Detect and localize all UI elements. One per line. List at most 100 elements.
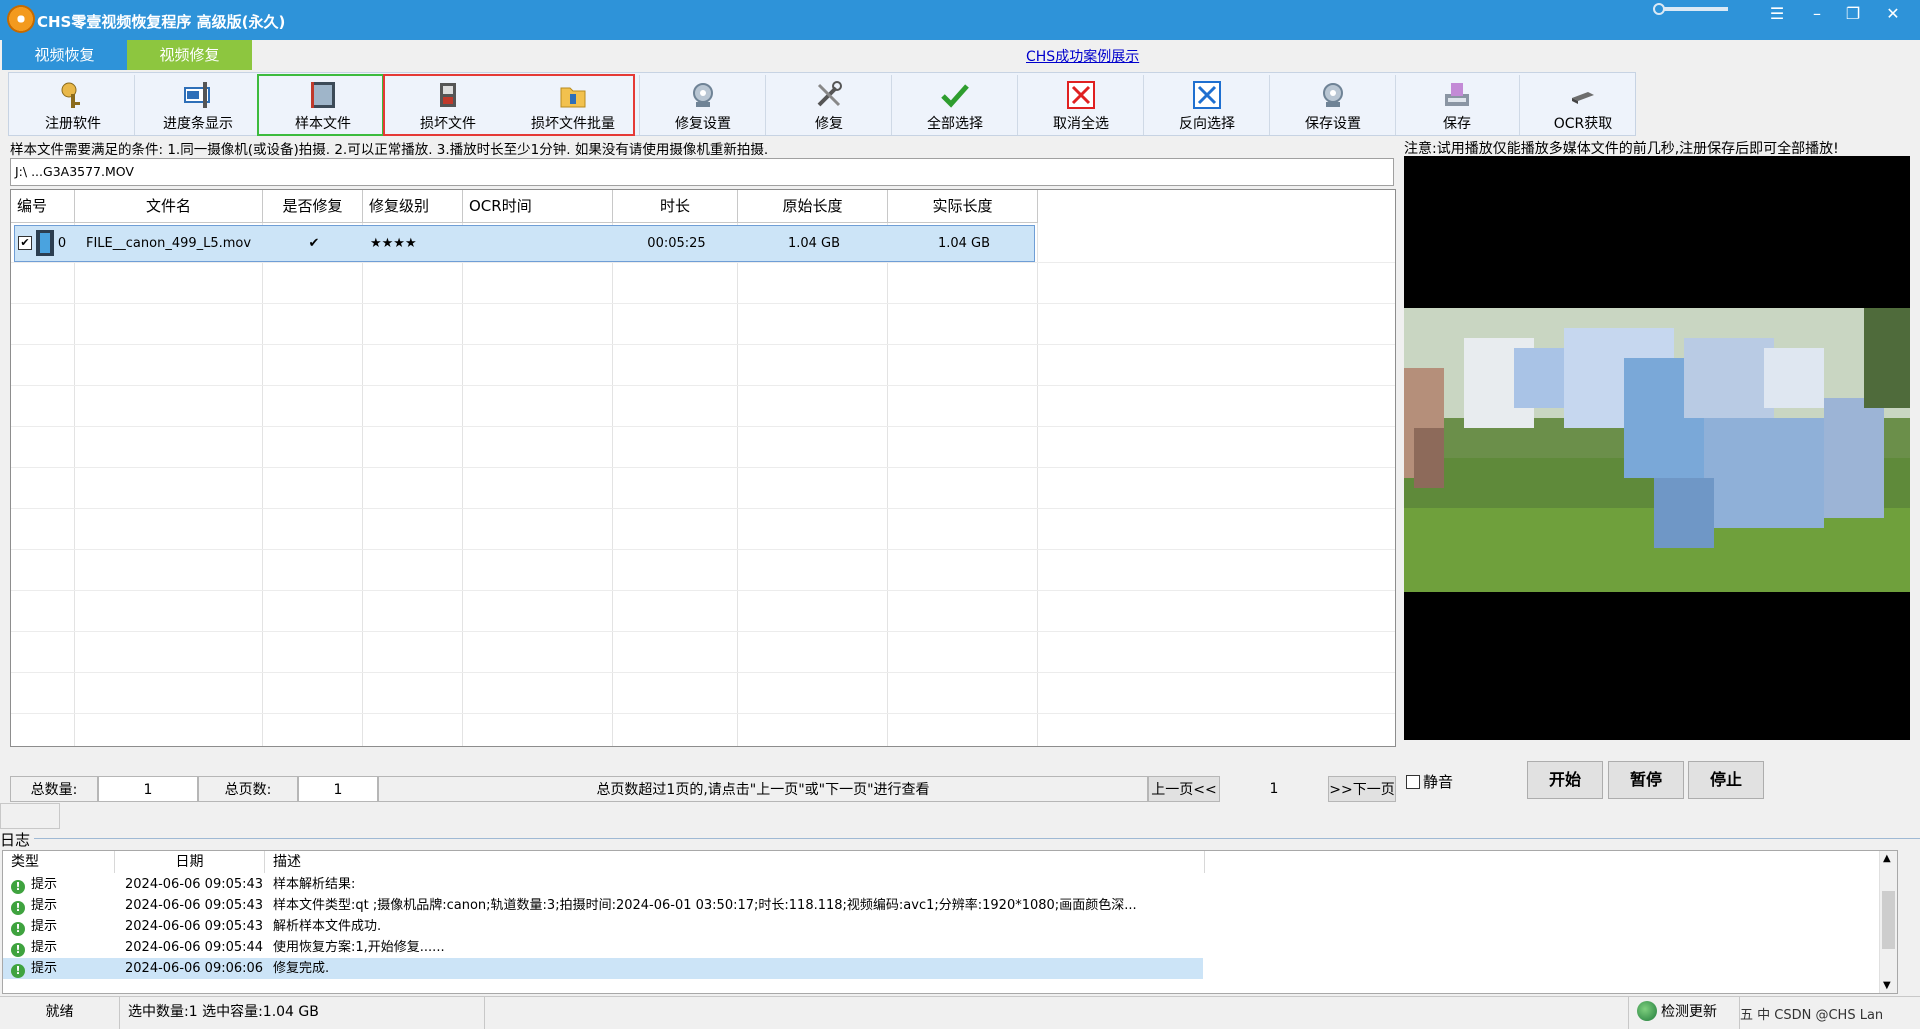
cancel-icon	[1067, 81, 1095, 109]
row-level: ★★★★	[370, 236, 417, 251]
status-bar: 就绪 选中数量:1 选中容量:1.04 GB 检测更新	[0, 996, 1920, 1029]
play-stop-button[interactable]: 停止	[1688, 761, 1764, 799]
row-actual-size: 1.04 GB	[937, 236, 991, 251]
repair-button[interactable]: 修复	[767, 75, 891, 135]
close-button[interactable]: ✕	[1878, 2, 1908, 28]
tab-video-recover[interactable]: 视频恢复	[2, 40, 127, 70]
mute-checkbox-box[interactable]	[1406, 775, 1420, 789]
app-logo-icon	[7, 5, 35, 33]
save-settings-button[interactable]: 保存设置	[1271, 75, 1395, 135]
row-filename: FILE__canon_499_L5.mov	[86, 236, 252, 251]
log-header-desc[interactable]: 描述	[265, 851, 1205, 873]
globe-icon	[1637, 1001, 1657, 1021]
log-row[interactable]: ! 提示 2024-06-06 09:05:43 样本文件类型:qt ;摄像机品牌:c…	[3, 895, 1203, 916]
case-showcase-link[interactable]: CHS成功案例展示	[1026, 46, 1139, 66]
log-row[interactable]: ! 提示 2024-06-06 09:06:06 修复完成.	[3, 958, 1203, 979]
status-ready: 就绪	[0, 997, 120, 1029]
title-bar: CHS零壹视频恢复程序 高级版(永久) ☰ – ❐ ✕	[0, 0, 1920, 40]
minimize-button[interactable]: –	[1802, 2, 1832, 28]
log-divider	[34, 838, 1920, 839]
next-page-button[interactable]: >>下一页	[1328, 776, 1396, 802]
scroll-thumb[interactable]	[1882, 891, 1895, 949]
check-icon	[941, 84, 969, 108]
system-tray: 五 中 CSDN @CHS Lan	[1740, 1008, 1884, 1023]
total-pages-value: 1	[298, 776, 378, 802]
ocr-button[interactable]: OCR获取	[1521, 75, 1645, 135]
video-frame-image	[1404, 308, 1910, 592]
info-icon: !	[11, 943, 25, 957]
file-table: 编号 文件名 是否修复 修复级别 OCR时间 时长 原始长度 实际长度 ✔ 0 …	[10, 189, 1396, 747]
app-title: CHS零壹视频恢复程序 高级版(永久)	[37, 13, 286, 31]
info-icon: !	[11, 922, 25, 936]
tab-video-repair[interactable]: 视频修复	[127, 40, 252, 70]
progress-display-button[interactable]: 进度条显示	[136, 75, 260, 135]
row-ocr-time	[464, 226, 614, 261]
log-panel: 类型 日期 描述 ! 提示 2024-06-06 09:05:43 样本解析结果: !…	[2, 850, 1898, 994]
preview-note: 注意:试用播放仅能播放多媒体文件的前几秒,注册保存后即可全部播放!	[1404, 141, 1839, 157]
col-header-original-size[interactable]: 原始长度	[738, 190, 888, 223]
row-repaired: ✔	[308, 236, 320, 251]
ocr-icon	[1572, 92, 1594, 104]
row-duration: 00:05:25	[647, 236, 706, 251]
select-all-button[interactable]: 全部选择	[893, 75, 1017, 135]
mute-label: 静音	[1423, 773, 1454, 791]
log-title: 日志	[0, 831, 31, 849]
total-count-label: 总数量:	[10, 776, 98, 802]
register-icon	[61, 82, 80, 108]
save-button[interactable]: 保存	[1395, 75, 1519, 135]
log-row[interactable]: ! 提示 2024-06-06 09:05:43 解析样本文件成功.	[3, 916, 1203, 937]
film-icon	[36, 230, 54, 256]
toolbar: 注册软件 进度条显示 样本文件 损坏文件 损坏文件批量 修复设置 修复 全部选择…	[8, 72, 1636, 136]
invert-selection-button[interactable]: 反向选择	[1145, 75, 1269, 135]
col-header-filename[interactable]: 文件名	[75, 190, 263, 223]
log-header-date[interactable]: 日期	[115, 851, 265, 873]
table-row[interactable]: ✔ 0 FILE__canon_499_L5.mov ✔ ★★★★ 00:05:…	[14, 225, 1035, 262]
save-icon	[1445, 83, 1469, 106]
play-start-button[interactable]: 开始	[1527, 761, 1603, 799]
scroll-down-icon[interactable]: ▼	[1883, 980, 1891, 991]
prev-page-button[interactable]: 上一页<<	[1148, 776, 1220, 802]
log-row[interactable]: ! 提示 2024-06-06 09:05:43 样本解析结果:	[3, 874, 1203, 895]
save-settings-icon	[1323, 83, 1343, 107]
status-selection: 选中数量:1 选中容量:1.04 GB	[120, 997, 485, 1029]
damaged-file-highlight	[383, 74, 635, 136]
col-header-duration[interactable]: 时长	[613, 190, 738, 223]
pager: 总数量: 1 总页数: 1 总页数超过1页的,请点击"上一页"或"下一页"进行查…	[10, 776, 1396, 802]
repair-settings-button[interactable]: 修复设置	[641, 75, 765, 135]
splitter[interactable]	[0, 803, 60, 829]
progress-icon	[184, 82, 210, 108]
log-scrollbar[interactable]: ▲ ▼	[1879, 851, 1897, 993]
col-header-ocr-time[interactable]: OCR时间	[463, 190, 613, 223]
menu-icon[interactable]: ☰	[1762, 2, 1792, 28]
col-header-actual-size[interactable]: 实际长度	[888, 190, 1038, 223]
sample-requirements-hint: 样本文件需要满足的条件: 1.同一摄像机(或设备)拍摄. 2.可以正常播放. 3…	[10, 142, 769, 158]
info-icon: !	[11, 964, 25, 978]
sample-file-highlight	[257, 74, 384, 136]
row-original-size: 1.04 GB	[787, 236, 841, 251]
total-pages-label: 总页数:	[198, 776, 298, 802]
col-header-num[interactable]: 编号	[11, 190, 75, 223]
log-row[interactable]: ! 提示 2024-06-06 09:05:44 使用恢复方案:1,开始修复.....…	[3, 937, 1203, 958]
top-tabs: 视频恢复 视频修复 CHS成功案例展示	[0, 40, 1920, 70]
mute-checkbox[interactable]: 静音	[1406, 771, 1453, 792]
sample-path-field[interactable]: J:\ ...G3A3577.MOV	[10, 158, 1394, 186]
col-header-repaired[interactable]: 是否修复	[263, 190, 363, 223]
current-page-value[interactable]: 1	[1220, 776, 1328, 802]
row-checkbox[interactable]: ✔	[18, 236, 32, 250]
app-window: CHS零壹视频恢复程序 高级版(永久) ☰ – ❐ ✕ 视频恢复 视频修复 CH…	[0, 0, 1920, 1029]
log-header-type[interactable]: 类型	[3, 851, 115, 873]
check-update-button[interactable]: 检测更新	[1628, 997, 1740, 1029]
register-button[interactable]: 注册软件	[11, 75, 135, 135]
scroll-up-icon[interactable]: ▲	[1883, 853, 1891, 864]
pager-note: 总页数超过1页的,请点击"上一页"或"下一页"进行查看	[378, 776, 1148, 802]
play-pause-button[interactable]: 暂停	[1608, 761, 1684, 799]
col-header-level[interactable]: 修复级别	[363, 190, 463, 223]
restore-button[interactable]: ❐	[1838, 2, 1868, 28]
invert-icon	[1193, 81, 1221, 109]
info-icon: !	[11, 880, 25, 894]
deselect-all-button[interactable]: 取消全选	[1019, 75, 1143, 135]
key-icon	[1653, 3, 1728, 15]
info-icon: !	[11, 901, 25, 915]
total-count-value: 1	[98, 776, 198, 802]
repair-tools-icon	[817, 81, 842, 107]
